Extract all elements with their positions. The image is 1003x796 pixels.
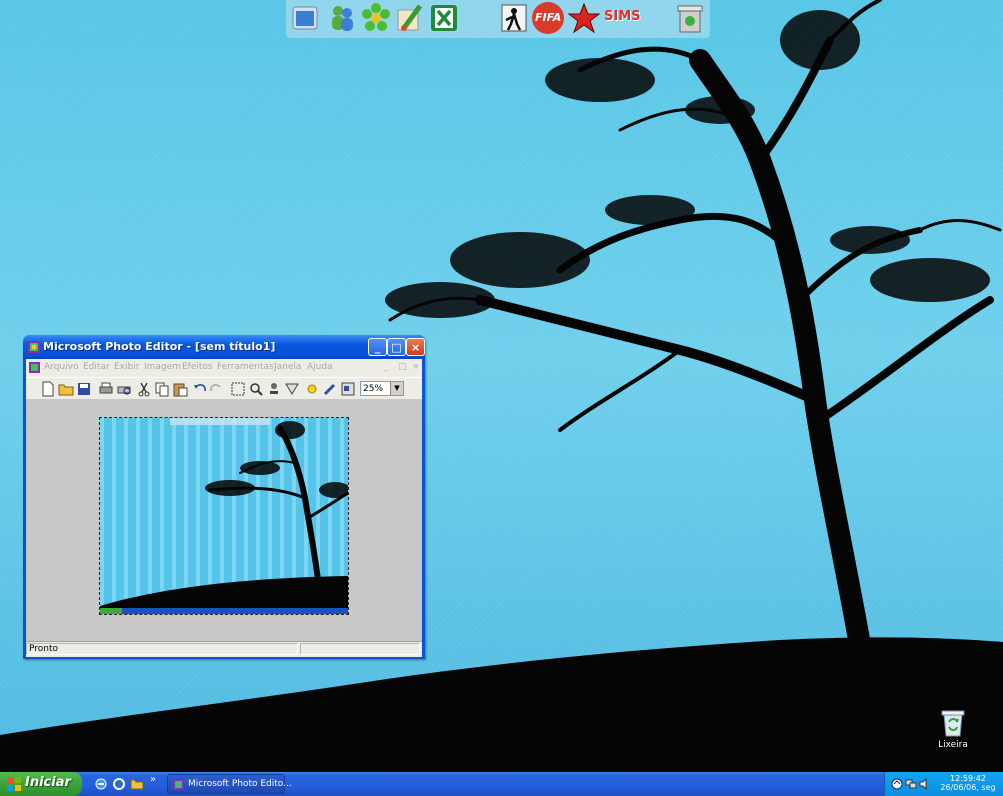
update-icon[interactable] xyxy=(891,778,903,790)
fifa-icon[interactable]: FIFA xyxy=(532,2,564,34)
minimize-icon: _ xyxy=(374,341,381,354)
clock-date: 26/06/06, seg xyxy=(940,783,996,792)
properties-icon[interactable] xyxy=(340,381,356,397)
toolbar: 25% ▼ xyxy=(26,377,422,400)
menu-arquivo[interactable]: Arquivo xyxy=(44,362,78,372)
system-tray: 12:59:42 26/06/06, seg xyxy=(884,772,1003,796)
menu-imagem[interactable]: Imagem xyxy=(144,362,181,372)
close-button[interactable]: × xyxy=(406,338,425,356)
mdi-restore-icon[interactable]: □ xyxy=(398,362,407,372)
photo-editor-window: Microsoft Photo Editor - [sem título1] _… xyxy=(23,335,425,659)
new-file-icon[interactable] xyxy=(40,381,56,397)
red-star-icon[interactable] xyxy=(568,2,600,34)
redo-icon[interactable] xyxy=(208,381,224,397)
excel-icon[interactable] xyxy=(428,2,460,34)
quick-launch-more[interactable]: » xyxy=(150,774,156,785)
image-workspace xyxy=(26,399,422,641)
status-pane-secondary xyxy=(300,643,420,655)
sims-icon[interactable]: SIMS xyxy=(602,6,642,30)
start-label: Iniciar xyxy=(25,775,71,790)
menu-exibir[interactable]: Exibir xyxy=(114,362,139,372)
taskbar-photo-editor-label: Microsoft Photo Edito... xyxy=(188,779,292,789)
image-canvas[interactable] xyxy=(99,417,349,615)
taskbar: Iniciar » Microsoft Photo Edito... 12:59… xyxy=(0,772,1003,796)
document-icon[interactable] xyxy=(28,361,41,374)
recycle-bin-icon xyxy=(941,710,965,737)
zoom-value: 25% xyxy=(363,384,384,394)
menu-editar[interactable]: Editar xyxy=(83,362,110,372)
ie-icon[interactable] xyxy=(94,777,108,791)
taskbar-photo-editor-button[interactable]: Microsoft Photo Edito... xyxy=(167,774,292,794)
balance-icon[interactable] xyxy=(304,381,320,397)
recycle-bin[interactable]: Lixeira xyxy=(933,708,973,756)
cut-icon[interactable] xyxy=(136,381,152,397)
paste-icon[interactable] xyxy=(172,381,188,397)
photo-editor-task-icon xyxy=(173,779,184,790)
volume-icon[interactable] xyxy=(919,778,931,790)
print-icon[interactable] xyxy=(98,381,114,397)
clock[interactable]: 12:59:42 26/06/06, seg xyxy=(935,774,1001,792)
start-button[interactable]: Iniciar xyxy=(0,772,82,796)
messenger-quick-icon[interactable] xyxy=(112,777,126,791)
network-icon[interactable] xyxy=(905,778,917,790)
messenger-icon[interactable] xyxy=(326,2,358,34)
desktop-screenshot-image xyxy=(100,418,348,614)
undo-icon[interactable] xyxy=(192,381,208,397)
copy-icon[interactable] xyxy=(154,381,170,397)
window-icon[interactable] xyxy=(290,2,322,34)
menu-janela[interactable]: Janela xyxy=(274,362,301,372)
save-icon[interactable] xyxy=(76,381,92,397)
top-dock: FIFA SIMS xyxy=(286,0,710,38)
brush-icon[interactable] xyxy=(394,2,426,34)
photo-editor-app-icon[interactable] xyxy=(27,340,41,354)
menu-ferramentas[interactable]: Ferramentas xyxy=(217,362,274,372)
smudge-icon[interactable] xyxy=(284,381,300,397)
pencil-icon[interactable] xyxy=(322,381,338,397)
mdi-minimize-icon[interactable]: _ xyxy=(384,362,389,372)
open-folder-icon[interactable] xyxy=(58,381,74,397)
window-client: Arquivo Editar Exibir Imagem Efeitos Fer… xyxy=(26,359,422,657)
zoom-icon[interactable] xyxy=(248,381,264,397)
zoom-select[interactable]: 25% ▼ xyxy=(360,381,404,396)
print-preview-icon[interactable] xyxy=(116,381,132,397)
stamp-icon[interactable] xyxy=(266,381,282,397)
trash-icon[interactable] xyxy=(674,2,706,34)
menu-efeitos[interactable]: Efeitos xyxy=(182,362,213,372)
select-icon[interactable] xyxy=(230,381,246,397)
chevron-down-icon[interactable]: ▼ xyxy=(390,382,403,395)
sims-label: SIMS xyxy=(604,9,641,24)
close-icon: × xyxy=(410,341,421,354)
fifa-label: FIFA xyxy=(535,11,562,24)
windows-logo-icon xyxy=(7,777,21,791)
mdi-close-icon[interactable]: × xyxy=(412,362,420,372)
counter-strike-icon[interactable] xyxy=(498,2,530,34)
menu-ajuda[interactable]: Ajuda xyxy=(307,362,333,372)
menu-bar: Arquivo Editar Exibir Imagem Efeitos Fer… xyxy=(26,359,422,377)
icq-flower-icon[interactable] xyxy=(360,2,392,34)
status-pane-main: Pronto xyxy=(26,643,298,655)
recycle-bin-label: Lixeira xyxy=(938,740,968,750)
minimize-button[interactable]: _ xyxy=(368,338,387,356)
maximize-button[interactable]: □ xyxy=(387,338,406,356)
title-bar[interactable]: Microsoft Photo Editor - [sem título1] _… xyxy=(23,335,425,359)
status-bar: Pronto xyxy=(26,641,422,657)
window-title: Microsoft Photo Editor - [sem título1] xyxy=(43,340,276,353)
maximize-icon: □ xyxy=(391,341,402,354)
clock-time: 12:59:42 xyxy=(950,774,986,783)
folder-icon[interactable] xyxy=(130,777,144,791)
status-text: Pronto xyxy=(29,644,59,654)
